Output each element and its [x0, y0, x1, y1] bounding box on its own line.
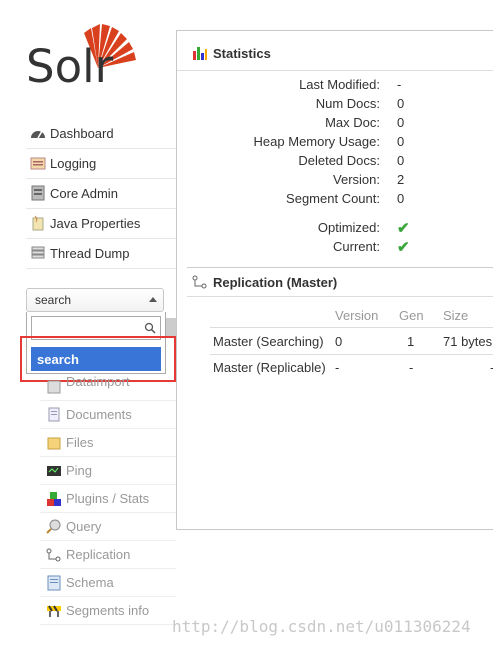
nav-thread-dump[interactable]: Thread Dump: [26, 238, 176, 269]
rep-name: Master (Searching): [213, 334, 324, 349]
bar-chart-icon: [192, 45, 208, 61]
divider: [187, 267, 493, 268]
stat-row: Heap Memory Usage: 0: [185, 132, 405, 151]
stat-row: Deleted Docs: 0: [185, 151, 404, 170]
menu-replication[interactable]: Replication: [40, 541, 176, 569]
stat-label: Num Docs:: [315, 96, 380, 111]
menu-label: Query: [66, 519, 102, 534]
stat-row: Num Docs: 0: [185, 94, 405, 113]
menu-label: Documents: [66, 407, 132, 422]
core-admin-icon: [30, 185, 46, 201]
menu-files[interactable]: Files: [40, 429, 176, 457]
menu-label: Segments info: [66, 603, 150, 618]
stat-row: Max Doc: 0: [185, 113, 404, 132]
menu-label: Schema: [66, 575, 114, 590]
menu-label: Ping: [66, 463, 93, 478]
core-selector-value: search: [35, 293, 72, 307]
optimized-label: Optimized:: [317, 220, 380, 235]
plugins-icon: [46, 491, 62, 507]
rep-size: 71 bytes: [443, 334, 493, 349]
dashboard-icon: [30, 125, 46, 141]
col-size: Size: [443, 308, 469, 323]
menu-label: Files: [66, 435, 94, 450]
stat-label: Last Modified:: [299, 77, 380, 92]
nav-java-properties[interactable]: Java Properties: [26, 208, 176, 239]
nav-label: Dashboard: [50, 125, 114, 141]
check-icon: ✔: [397, 219, 410, 237]
replication-title: Replication (Master): [213, 274, 338, 290]
stat-value: 2: [397, 172, 405, 187]
nav-label: Thread Dump: [50, 245, 130, 261]
chevron-up-icon: [149, 297, 157, 302]
nav-label: Logging: [50, 155, 97, 171]
core-selector[interactable]: search: [26, 288, 164, 312]
thread-dump-icon: [30, 245, 46, 261]
current-row: Current: ✔: [185, 237, 410, 256]
nav-dashboard[interactable]: Dashboard: [26, 118, 176, 149]
divider: [187, 296, 493, 297]
search-icon: [144, 322, 156, 334]
query-icon: [46, 519, 62, 535]
col-version: Version: [335, 308, 379, 323]
stat-label: Heap Memory Usage:: [253, 134, 380, 149]
current-label: Current:: [333, 239, 380, 254]
divider: [210, 327, 493, 328]
scroll-tab: [166, 318, 176, 336]
stat-value: 0: [397, 134, 405, 149]
menu-query[interactable]: Query: [40, 513, 176, 541]
stat-value: 0: [397, 96, 405, 111]
menu-segments-info[interactable]: Segments info: [40, 597, 176, 625]
ping-icon: [46, 463, 62, 479]
menu-plugins-stats[interactable]: Plugins / Stats: [40, 485, 176, 513]
stat-value: 0: [397, 115, 405, 130]
logo-text: Solr: [26, 40, 114, 93]
nav-label: Java Properties: [50, 215, 141, 231]
replication-icon: [46, 547, 62, 563]
statistics-header: Statistics: [192, 45, 271, 61]
documents-icon: [46, 407, 62, 423]
rep-version: -: [335, 360, 340, 375]
stat-label: Segment Count:: [286, 191, 380, 206]
schema-icon: [46, 575, 62, 591]
check-icon: ✔: [397, 238, 410, 256]
stat-row: Version: 2: [185, 170, 404, 189]
rep-name: Master (Replicable): [213, 360, 326, 375]
stat-row: Last Modified: -: [185, 75, 401, 94]
stat-value: -: [397, 77, 402, 92]
replication-header: Replication (Master): [192, 274, 337, 290]
stat-label: Max Doc:: [325, 115, 380, 130]
menu-documents[interactable]: Documents: [40, 401, 176, 429]
menu-schema[interactable]: Schema: [40, 569, 176, 597]
stat-value: 0: [397, 153, 405, 168]
optimized-row: Optimized: ✔: [185, 218, 410, 237]
java-properties-icon: [30, 215, 46, 231]
logging-icon: [30, 155, 46, 171]
stat-label: Version:: [333, 172, 380, 187]
divider: [210, 354, 493, 355]
files-icon: [46, 435, 62, 451]
nav-core-admin[interactable]: Core Admin: [26, 178, 176, 209]
stat-label: Deleted Docs:: [298, 153, 380, 168]
rep-gen: -: [409, 360, 414, 375]
rep-gen: 1: [407, 334, 415, 349]
divider: [177, 70, 493, 71]
menu-label: Plugins / Stats: [66, 491, 150, 506]
stat-row: Segment Count: 0: [185, 189, 404, 208]
nav-label: Core Admin: [50, 185, 118, 201]
rep-version: 0: [335, 334, 343, 349]
nav-logging[interactable]: Logging: [26, 148, 176, 179]
segments-icon: [46, 603, 62, 619]
dataimport-icon: [46, 379, 62, 395]
menu-ping[interactable]: Ping: [40, 457, 176, 485]
replication-icon: [192, 274, 208, 290]
watermark: http://blog.csdn.net/u011306224: [172, 617, 471, 636]
menu-label: Replication: [66, 547, 131, 562]
menu-dataimport[interactable]: Dataimport: [40, 374, 176, 401]
col-gen: Gen: [399, 308, 424, 323]
menu-label: Dataimport: [66, 373, 130, 389]
statistics-title: Statistics: [213, 45, 271, 61]
stat-value: 0: [397, 191, 405, 206]
